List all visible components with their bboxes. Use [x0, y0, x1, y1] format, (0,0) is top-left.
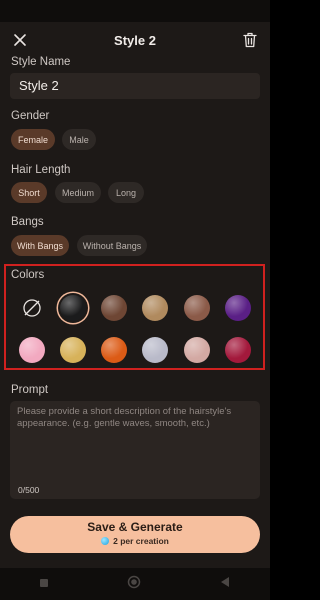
- color-swatch-brown[interactable]: [101, 295, 127, 321]
- color-swatch-pink[interactable]: [19, 337, 45, 363]
- header: Style 2: [0, 22, 270, 58]
- color-swatch-auburn-brown[interactable]: [184, 295, 210, 321]
- color-swatch-black[interactable]: [60, 295, 86, 321]
- hair-length-label: Hair Length: [11, 164, 71, 176]
- cost-row: 2 per creation: [10, 536, 260, 546]
- prompt-textarea[interactable]: Please provide a short description of th…: [10, 401, 260, 499]
- recents-icon[interactable]: [39, 575, 49, 593]
- trash-icon[interactable]: [240, 30, 260, 50]
- cost-label: 2 per creation: [113, 536, 169, 546]
- style-name-input[interactable]: Style 2: [10, 73, 260, 99]
- back-icon[interactable]: [219, 575, 231, 593]
- style-name-label: Style Name: [11, 56, 71, 68]
- hair-length-option-medium[interactable]: Medium: [55, 182, 101, 203]
- prompt-char-counter: 0/500: [18, 485, 40, 495]
- color-swatch-purple[interactable]: [225, 295, 251, 321]
- gender-option-male[interactable]: Male: [62, 129, 96, 150]
- coin-icon: [101, 537, 110, 545]
- color-swatch-golden-blonde[interactable]: [60, 337, 86, 363]
- color-swatch-silver[interactable]: [142, 337, 168, 363]
- color-swatch-rose-beige[interactable]: [184, 337, 210, 363]
- color-swatch-crimson[interactable]: [225, 337, 251, 363]
- app-screen: Style 2 Style Name Style 2 Gender Female…: [0, 0, 270, 600]
- prompt-placeholder: Please provide a short description of th…: [17, 406, 232, 429]
- system-nav-bar: [0, 568, 270, 600]
- gender-option-female[interactable]: Female: [11, 129, 55, 150]
- page-title: Style 2: [114, 32, 156, 48]
- hair-length-option-long[interactable]: Long: [108, 182, 144, 203]
- status-bar: [0, 0, 270, 22]
- gender-label: Gender: [11, 110, 50, 122]
- home-icon[interactable]: [127, 575, 141, 594]
- bangs-option-with[interactable]: With Bangs: [11, 235, 69, 256]
- save-and-generate-button[interactable]: Save & Generate 2 per creation: [10, 516, 260, 553]
- colors-label: Colors: [11, 269, 45, 281]
- color-swatch-orange[interactable]: [101, 337, 127, 363]
- color-swatch-none-icon[interactable]: [19, 295, 45, 321]
- save-and-generate-label: Save & Generate: [87, 520, 183, 534]
- bangs-option-without[interactable]: Without Bangs: [77, 235, 147, 256]
- color-swatch-light-brown[interactable]: [142, 295, 168, 321]
- bangs-label: Bangs: [11, 216, 44, 228]
- prompt-label: Prompt: [11, 384, 49, 396]
- hair-length-option-short[interactable]: Short: [11, 182, 47, 203]
- style-name-value: Style 2: [19, 78, 59, 93]
- close-icon[interactable]: [10, 30, 30, 50]
